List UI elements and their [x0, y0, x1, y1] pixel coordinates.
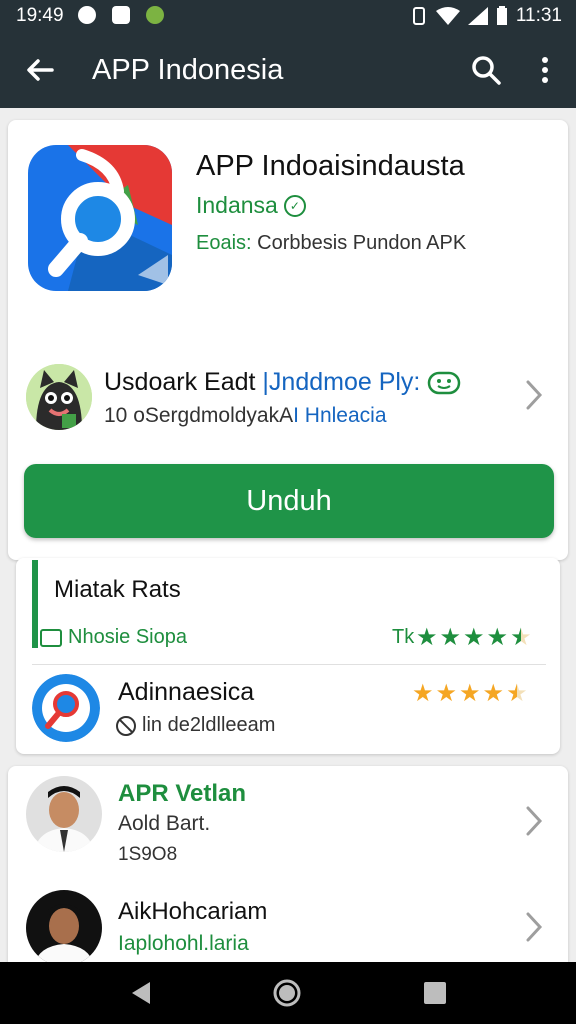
description-label: Eoais: — [196, 232, 252, 254]
chevron-right-icon[interactable] — [522, 910, 546, 944]
app-bar-title: APP Indonesia — [92, 54, 284, 86]
app-title: APP Indoaisindausta — [196, 150, 465, 182]
ratings-tk-label: Tk — [392, 626, 415, 648]
ratings-subtitle[interactable]: Nhosie Siopa — [40, 626, 187, 649]
chevron-right-icon[interactable] — [522, 378, 546, 412]
wifi-icon — [435, 7, 460, 25]
star-icon: ★ — [435, 680, 458, 707]
developer-name[interactable]: Indansa ✓ — [196, 192, 306, 219]
person-avatar — [26, 890, 102, 966]
person-meta: 1S9O8 — [118, 844, 178, 865]
system-nav-bar — [0, 962, 576, 1024]
block-icon — [116, 715, 136, 736]
people-card: APR Vetlan Aold Bart. 1S9O8 AikHohcariam… — [8, 766, 568, 976]
status-right: 11:31 — [410, 5, 562, 27]
ratings-accent-bar — [32, 560, 38, 648]
back-arrow-icon[interactable] — [22, 52, 58, 88]
star-icon: ★ — [486, 624, 509, 651]
ratings-title: Miatak Rats — [54, 576, 181, 603]
ratings-divider — [32, 664, 546, 665]
publisher-row[interactable]: Usdoark Eadt |Jnddmoe Ply: 10 oSergdmold… — [8, 358, 568, 438]
status-time-left: 19:49 — [16, 5, 64, 26]
chevron-right-icon[interactable] — [522, 804, 546, 838]
publisher-subtitle-text: 10 oSergdmoldyakA — [104, 404, 294, 427]
publisher-name-text: Usdoark Eadt — [104, 368, 263, 396]
publisher-subtitle: 10 oSergdmoldyakAI Hnleacia — [104, 404, 387, 428]
person-role: Iaplohohl.laria — [118, 932, 249, 955]
more-vert-icon[interactable] — [530, 52, 560, 88]
people-row-1[interactable]: APR Vetlan Aold Bart. 1S9O8 — [8, 766, 568, 876]
status-bar: 19:49 11:31 — [0, 0, 576, 32]
reviewer-name: Adinnaesica — [118, 678, 255, 706]
dropdown-box-icon — [40, 628, 62, 647]
person-name: APR Vetlan — [118, 780, 247, 807]
person-avatar — [26, 776, 102, 852]
vibrate-icon — [412, 7, 425, 25]
star-icon: ★ — [506, 680, 528, 707]
publisher-subtitle-link[interactable]: I Hnleacia — [293, 404, 386, 427]
person-name: AikHohcariam — [118, 898, 268, 925]
reviewer-subtitle: lin de2ldlleeam — [116, 714, 275, 737]
search-icon[interactable] — [468, 52, 504, 88]
star-icon: ★ — [482, 680, 505, 707]
person-role: Aold Bart. — [118, 812, 211, 835]
download-button[interactable]: Unduh — [24, 464, 554, 538]
star-icon: ★ — [510, 624, 532, 651]
notification-icon — [78, 6, 96, 24]
nav-back-icon[interactable] — [126, 978, 156, 1008]
description-text: Corbbesis Pundon APK — [251, 232, 467, 254]
app-notification-icon — [146, 6, 164, 24]
ratings-stars: ★ ★ ★ ★ ★ — [416, 626, 532, 650]
developer-label: Indansa — [196, 192, 278, 218]
signal-icon — [467, 7, 488, 25]
review-stars: ★ ★ ★ ★ ★ — [412, 682, 528, 706]
status-time-right: 11:31 — [515, 5, 562, 26]
app-logo-icon — [28, 145, 172, 291]
nav-home-icon[interactable] — [272, 978, 302, 1008]
people-row-2[interactable]: AikHohcariam Iaplohohl.laria — [8, 876, 568, 976]
verified-icon: ✓ — [283, 194, 306, 217]
publisher-avatar — [26, 364, 92, 430]
star-icon: ★ — [463, 624, 485, 651]
image-notification-icon — [112, 6, 130, 24]
ratings-subtitle-text: Nhosie Siopa — [68, 626, 187, 648]
star-icon: ★ — [459, 680, 481, 707]
reviewer-avatar — [32, 674, 100, 742]
publisher-link[interactable]: |Jnddmoe Ply: — [262, 368, 420, 396]
app-bar: APP Indonesia — [0, 32, 576, 108]
star-icon: ★ — [412, 680, 434, 707]
app-description: Eoais: Corbbesis Pundon APK — [196, 232, 466, 255]
star-icon: ★ — [416, 624, 438, 651]
ratings-card: Miatak Rats Nhosie Siopa Tk ★ ★ ★ ★ ★ Adinna… — [16, 558, 560, 754]
reviewer-subtitle-text: lin de2ldlleeam — [142, 714, 276, 736]
publisher-name: Usdoark Eadt |Jnddmoe Ply: — [104, 368, 461, 397]
nav-recents-icon[interactable] — [420, 978, 450, 1008]
star-icon: ★ — [439, 624, 462, 651]
app-detail-card: APP Indoaisindausta Indansa ✓ Eoais: Cor… — [8, 120, 568, 560]
battery-icon — [496, 6, 507, 25]
smile-badge-icon — [428, 372, 461, 395]
